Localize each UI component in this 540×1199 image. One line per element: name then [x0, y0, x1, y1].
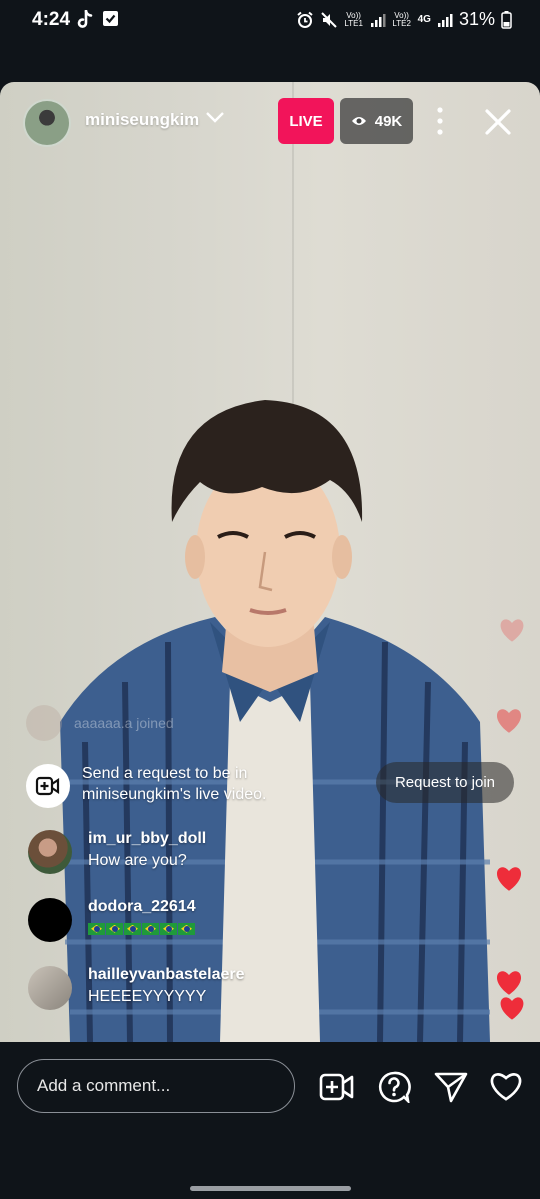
brazil-flag-icon — [88, 922, 105, 935]
faded-join-notice: aaaaaa.a joined — [26, 705, 174, 741]
commenter-avatar[interactable] — [28, 966, 72, 1010]
signal-icon-2 — [437, 13, 453, 27]
commenter-username[interactable]: hailleyvanbastelaere — [88, 966, 245, 984]
comment-text: How are you? — [88, 852, 187, 869]
tiktok-icon — [77, 10, 93, 28]
status-bar: 4:24 Vo)) LTE1 Vo)) LTE2 4G 31% — [0, 0, 540, 40]
comment-item: im_ur_bby_doll How are you? — [28, 830, 206, 874]
faded-join-text: aaaaaa.a joined — [74, 715, 174, 731]
mute-icon — [320, 11, 337, 28]
heart-reaction-icon — [496, 971, 522, 995]
viewer-count: 49K — [374, 112, 403, 130]
live-badge: LIVE — [278, 98, 334, 144]
commenter-avatar[interactable] — [28, 830, 72, 874]
more-options-icon[interactable] — [430, 106, 450, 136]
comment-item: hailleyvanbastelaere HEEEEYYYYYY — [28, 966, 245, 1010]
eye-icon — [351, 117, 366, 125]
brazil-flag-icon — [124, 922, 141, 935]
comment-input-wrapper[interactable] — [17, 1059, 295, 1113]
notification-icons — [76, 10, 119, 30]
request-to-join-button[interactable]: Request to join — [376, 762, 514, 803]
add-video-icon[interactable] — [319, 1071, 355, 1103]
brazil-flag-icon — [160, 922, 177, 935]
comment-item: dodora_22614 — [28, 898, 196, 942]
viewer-count-badge[interactable]: 49K — [340, 98, 413, 144]
signal-icon — [370, 13, 386, 27]
brazil-flag-icon — [106, 922, 123, 935]
share-send-icon[interactable] — [434, 1071, 468, 1103]
download-check-icon — [103, 11, 118, 26]
battery-percent: 31% — [458, 9, 495, 29]
live-video[interactable]: miniseungkim LIVE 49K aaaaaa.a joined Se… — [0, 82, 540, 1042]
close-icon[interactable] — [484, 108, 512, 136]
comment-input[interactable] — [35, 1075, 279, 1097]
request-video-button[interactable] — [26, 764, 70, 808]
commenter-username[interactable]: im_ur_bby_doll — [88, 830, 206, 848]
heart-reaction-icon — [496, 709, 522, 733]
video-add-icon — [35, 776, 60, 796]
status-indicators: Vo)) LTE1 Vo)) LTE2 4G 31% — [296, 9, 512, 30]
home-indicator[interactable] — [190, 1186, 351, 1191]
commenter-username[interactable]: dodora_22614 — [88, 898, 196, 916]
status-time: 4:24 — [32, 9, 71, 30]
comment-text: HEEEEYYYYYY — [88, 988, 207, 1005]
volte1-indicator: Vo)) LTE1 — [344, 10, 363, 28]
heart-reaction-icon — [496, 867, 522, 891]
faded-avatar — [26, 705, 62, 741]
commenter-avatar[interactable] — [28, 898, 72, 942]
streamer-username[interactable]: miniseungkim — [85, 110, 199, 130]
heart-like-icon[interactable] — [489, 1071, 523, 1102]
network-type: 4G — [417, 14, 431, 25]
question-icon[interactable] — [377, 1071, 411, 1103]
request-info-text: Send a request to be in miniseungkim's l… — [82, 765, 267, 803]
brazil-flag-icon — [178, 922, 195, 935]
volte2-indicator: Vo)) LTE2 — [392, 10, 411, 28]
comment-flags — [88, 920, 196, 938]
battery-icon — [501, 10, 512, 29]
alarm-icon — [296, 11, 313, 28]
heart-reaction-icon — [500, 619, 524, 642]
heart-reaction-icon — [500, 997, 524, 1020]
brazil-flag-icon — [142, 922, 159, 935]
chevron-down-icon[interactable] — [205, 110, 225, 124]
streamer-avatar[interactable] — [23, 99, 71, 147]
